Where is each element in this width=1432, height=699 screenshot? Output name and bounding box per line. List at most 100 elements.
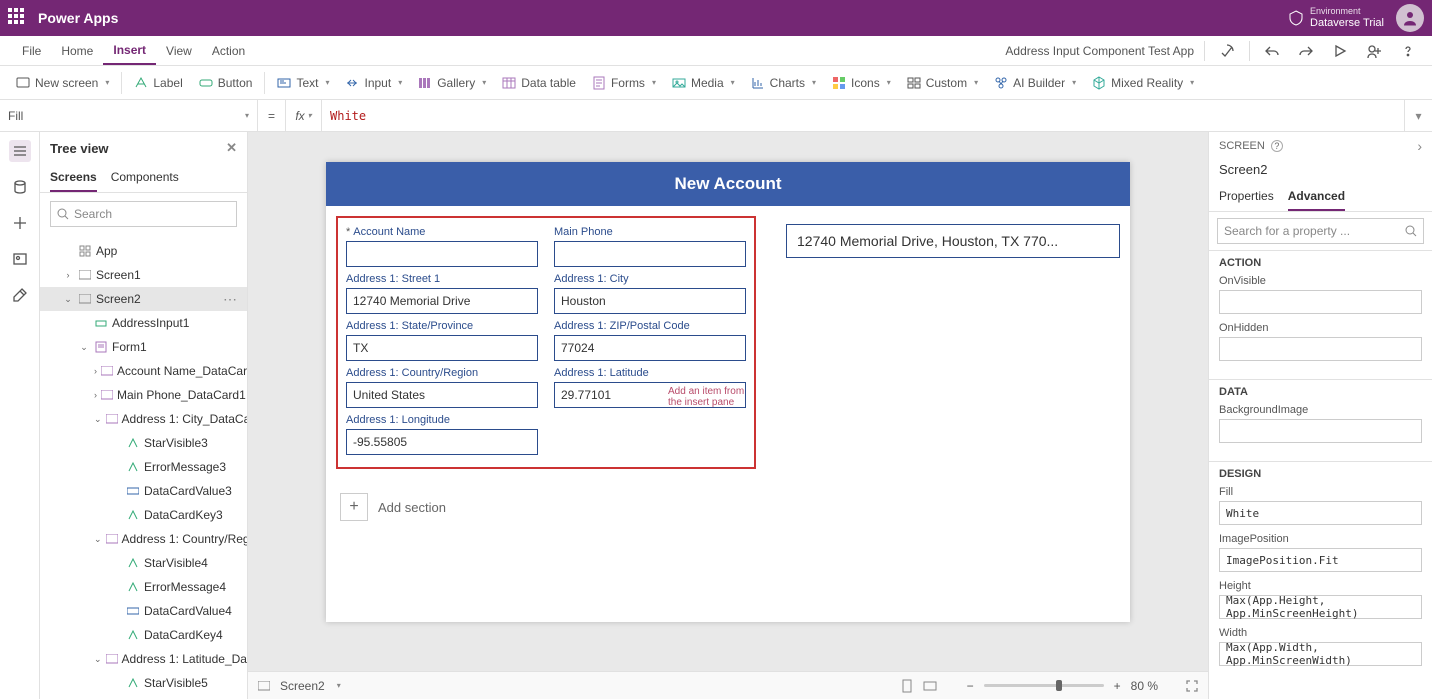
more-icon[interactable]: ⋯ <box>223 291 241 308</box>
tree-node-sv3[interactable]: StarVisible3 <box>40 431 247 455</box>
tree-node-sv5[interactable]: StarVisible5 <box>40 671 247 695</box>
menu-action[interactable]: Action <box>202 38 255 64</box>
input-zip[interactable]: 77024 <box>554 335 746 361</box>
add-section-button[interactable]: + Add section <box>326 479 1130 535</box>
tree-node-em3[interactable]: ErrorMessage3 <box>40 455 247 479</box>
menu-view[interactable]: View <box>156 38 202 64</box>
input-fill[interactable]: White <box>1219 501 1422 525</box>
input-onvisible[interactable] <box>1219 290 1422 314</box>
tree-node-dcv3[interactable]: DataCardValue3 <box>40 479 247 503</box>
tree-node-card-phone[interactable]: ›Main Phone_DataCard1 <box>40 383 247 407</box>
property-selector[interactable]: Fill▾ <box>0 100 258 131</box>
text-button[interactable]: Text▾ <box>269 72 337 94</box>
tree-node-addressinput[interactable]: AddressInput1 <box>40 311 247 335</box>
tree-node-app[interactable]: App <box>40 239 247 263</box>
datatable-button[interactable]: Data table <box>494 72 584 94</box>
rail-media-icon[interactable] <box>9 248 31 270</box>
custom-button[interactable]: Custom▾ <box>899 72 986 94</box>
input-onhidden[interactable] <box>1219 337 1422 361</box>
aibuilder-button[interactable]: AI Builder▾ <box>986 72 1084 94</box>
expand-icon[interactable]: › <box>1417 138 1422 154</box>
rail-insert-icon[interactable] <box>9 212 31 234</box>
menu-insert[interactable]: Insert <box>103 37 156 65</box>
tree-node-screen2[interactable]: ⌄Screen2⋯ <box>40 287 247 311</box>
input-phone[interactable] <box>554 241 746 267</box>
tree-search[interactable]: Search <box>50 201 237 227</box>
media-button[interactable]: Media▾ <box>664 72 743 94</box>
help-icon[interactable] <box>1396 39 1420 63</box>
label-country: Address 1: Country/Region <box>346 367 478 379</box>
input-account[interactable] <box>346 241 538 267</box>
props-kind: SCREEN <box>1219 140 1265 152</box>
menu-file[interactable]: File <box>12 38 51 64</box>
tree-node-dck4[interactable]: DataCardKey4 <box>40 623 247 647</box>
formula-input[interactable]: White <box>322 100 1404 131</box>
tree-node-card-city[interactable]: ⌄Address 1: City_DataCard1 <box>40 407 247 431</box>
tree-node-card-country[interactable]: ⌄Address 1: Country/Region_DataCarc <box>40 527 247 551</box>
app-icon <box>78 244 92 258</box>
formula-expand-icon[interactable]: ▾ <box>1404 100 1432 131</box>
rail-tree-icon[interactable] <box>9 140 31 162</box>
button-button[interactable]: Button <box>191 72 261 94</box>
input-button[interactable]: Input▾ <box>337 72 410 94</box>
rail-tools-icon[interactable] <box>9 284 31 306</box>
environment-switcher[interactable]: Environment Dataverse Trial <box>1288 4 1424 32</box>
close-icon[interactable]: ✕ <box>226 140 237 156</box>
input-city[interactable]: Houston <box>554 288 746 314</box>
forms-button[interactable]: Forms▾ <box>584 72 664 94</box>
tree-node-dcv4[interactable]: DataCardValue4 <box>40 599 247 623</box>
tree-node-em4[interactable]: ErrorMessage4 <box>40 575 247 599</box>
icons-button[interactable]: Icons▾ <box>824 72 899 94</box>
new-screen-button[interactable]: New screen▾ <box>8 72 117 94</box>
undo-icon[interactable] <box>1260 39 1284 63</box>
play-icon[interactable] <box>1328 39 1352 63</box>
tab-components[interactable]: Components <box>111 164 179 192</box>
input-width[interactable]: Max(App.Width, App.MinScreenWidth) <box>1219 642 1422 666</box>
tab-properties[interactable]: Properties <box>1219 183 1274 211</box>
tree-node-sv4[interactable]: StarVisible4 <box>40 551 247 575</box>
tree-node-em5[interactable]: ErrorMessage5 <box>40 695 247 699</box>
input-street[interactable]: 12740 Memorial Drive <box>346 288 538 314</box>
input-bgimage[interactable] <box>1219 419 1422 443</box>
zoom-out-icon[interactable]: − <box>967 679 974 693</box>
input-imgpos[interactable]: ImagePosition.Fit <box>1219 548 1422 572</box>
share-icon[interactable] <box>1362 39 1386 63</box>
section-action: ACTION <box>1219 257 1422 269</box>
label-button[interactable]: Label <box>126 72 190 94</box>
waffle-icon[interactable] <box>8 8 28 28</box>
tree-node-dck3[interactable]: DataCardKey3 <box>40 503 247 527</box>
rail-data-icon[interactable] <box>9 176 31 198</box>
avatar[interactable] <box>1396 4 1424 32</box>
zoom-in-icon[interactable]: + <box>1114 679 1121 693</box>
portrait-icon[interactable] <box>901 679 913 693</box>
component-icon <box>94 316 108 330</box>
tab-advanced[interactable]: Advanced <box>1288 183 1345 211</box>
tab-screens[interactable]: Screens <box>50 164 97 192</box>
footer-screen-name[interactable]: Screen2 <box>280 679 325 693</box>
input-country[interactable]: United States <box>346 382 538 408</box>
input-height[interactable]: Max(App.Height, App.MinScreenHeight) <box>1219 595 1422 619</box>
fx-label[interactable]: fx▾ <box>286 100 322 131</box>
mixedreality-button[interactable]: Mixed Reality▾ <box>1084 72 1202 94</box>
zoom-slider[interactable] <box>984 684 1104 687</box>
info-icon[interactable]: ? <box>1271 140 1283 152</box>
input-state[interactable]: TX <box>346 335 538 361</box>
menu-home[interactable]: Home <box>51 38 103 64</box>
fullscreen-icon[interactable] <box>1186 680 1198 692</box>
checker-icon[interactable] <box>1215 39 1239 63</box>
input-lon[interactable]: -95.55805 <box>346 429 538 455</box>
redo-icon[interactable] <box>1294 39 1318 63</box>
address-display[interactable]: 12740 Memorial Drive, Houston, TX 770... <box>786 224 1120 258</box>
app-screen[interactable]: New Account *Account Name Main Phone Add… <box>326 162 1130 622</box>
form-selection[interactable]: *Account Name Main Phone Address 1: Stre… <box>336 216 756 469</box>
label-icon <box>126 460 140 474</box>
gallery-button[interactable]: Gallery▾ <box>410 72 494 94</box>
charts-button[interactable]: Charts▾ <box>743 72 824 94</box>
tree-node-card-account[interactable]: ›Account Name_DataCard1 <box>40 359 247 383</box>
left-rail <box>0 132 40 699</box>
props-search[interactable]: Search for a property ... <box>1217 218 1424 244</box>
tree-node-form1[interactable]: ⌄Form1 <box>40 335 247 359</box>
tree-node-card-lat[interactable]: ⌄Address 1: Latitude_DataCard1 <box>40 647 247 671</box>
landscape-icon[interactable] <box>923 680 937 692</box>
tree-node-screen1[interactable]: ›Screen1 <box>40 263 247 287</box>
